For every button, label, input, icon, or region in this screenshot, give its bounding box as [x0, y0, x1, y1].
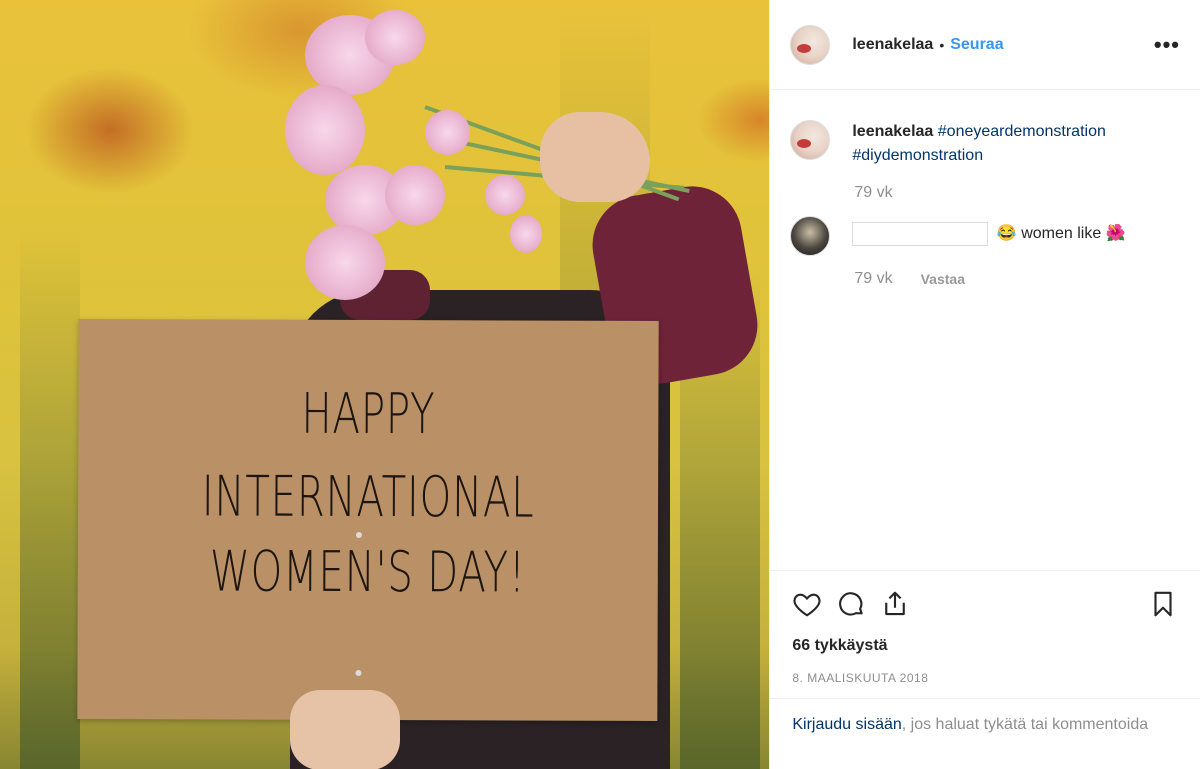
- more-icon[interactable]: •••: [1154, 32, 1180, 58]
- hibiscus-emoji: 🌺: [1105, 225, 1126, 243]
- post-header: leenakelaa • Seuraa •••: [770, 0, 1200, 90]
- bookmark-icon[interactable]: [1148, 589, 1178, 619]
- person-fist: [540, 112, 650, 202]
- heart-icon[interactable]: [792, 589, 822, 619]
- sign-pin: [355, 669, 362, 676]
- share-icon[interactable]: [880, 589, 910, 619]
- header-username[interactable]: leenakelaa: [852, 36, 933, 54]
- person-hand: [290, 690, 400, 769]
- follow-button[interactable]: Seuraa: [950, 36, 1003, 54]
- caption: leenakelaa #oneyeardemonstration #diydem…: [790, 120, 1180, 168]
- login-prompt: Kirjaudu sisään, jos haluat tykätä tai k…: [770, 698, 1200, 737]
- sign-pin: [355, 531, 362, 538]
- caption-time[interactable]: 79 vk: [854, 184, 892, 202]
- login-link[interactable]: Kirjaudu sisään: [792, 716, 901, 733]
- flower-bouquet: [285, 10, 690, 300]
- laughing-emoji: 😂: [996, 225, 1017, 243]
- comment-time[interactable]: 79 vk: [854, 270, 892, 288]
- protest-sign: HAPPY INTERNATIONAL WOMEN'S DAY!: [77, 318, 659, 722]
- comment-body: women like: [1021, 225, 1102, 243]
- action-bar: [792, 589, 1178, 619]
- caption-meta: 79 vk: [854, 184, 1180, 202]
- comments-list: leenakelaa #oneyeardemonstration #diydem…: [770, 90, 1200, 288]
- caption-text: leenakelaa #oneyeardemonstration #diydem…: [852, 120, 1106, 168]
- caption-username[interactable]: leenakelaa: [852, 123, 933, 140]
- post-date[interactable]: 8. MAALISKUUTA 2018: [792, 671, 1178, 685]
- hidden-username-box: [852, 222, 989, 246]
- comment-meta: 79 vk Vastaa: [854, 270, 1180, 288]
- login-text: , jos haluat tykätä tai kommentoida: [901, 716, 1149, 733]
- post-actions: 66 tykkäystä 8. MAALISKUUTA 2018: [770, 570, 1200, 685]
- hashtag-link[interactable]: #oneyeardemonstration: [938, 123, 1106, 140]
- avatar[interactable]: [790, 24, 831, 65]
- reply-button[interactable]: Vastaa: [921, 271, 965, 287]
- likes-count[interactable]: 66 tykkäystä: [792, 637, 1178, 655]
- sign-line-3: WOMEN'S DAY!: [209, 539, 526, 606]
- post-container: HAPPY INTERNATIONAL WOMEN'S DAY! leenake…: [0, 0, 1200, 769]
- post-side-panel: leenakelaa • Seuraa ••• leenakelaa #oney…: [769, 0, 1200, 769]
- post-photo[interactable]: HAPPY INTERNATIONAL WOMEN'S DAY!: [0, 0, 770, 769]
- avatar[interactable]: [790, 216, 831, 256]
- sign-line-1: HAPPY: [301, 381, 436, 448]
- sign-line-2: INTERNATIONAL: [201, 464, 535, 531]
- comment-row: 😂 women like 🌺: [790, 216, 1180, 256]
- hashtag-link[interactable]: #diydemonstration: [852, 147, 983, 164]
- separator-dot: •: [939, 36, 945, 53]
- avatar[interactable]: [790, 120, 831, 160]
- comment-text: 😂 women like 🌺: [852, 222, 1126, 256]
- comment-icon[interactable]: [836, 589, 866, 619]
